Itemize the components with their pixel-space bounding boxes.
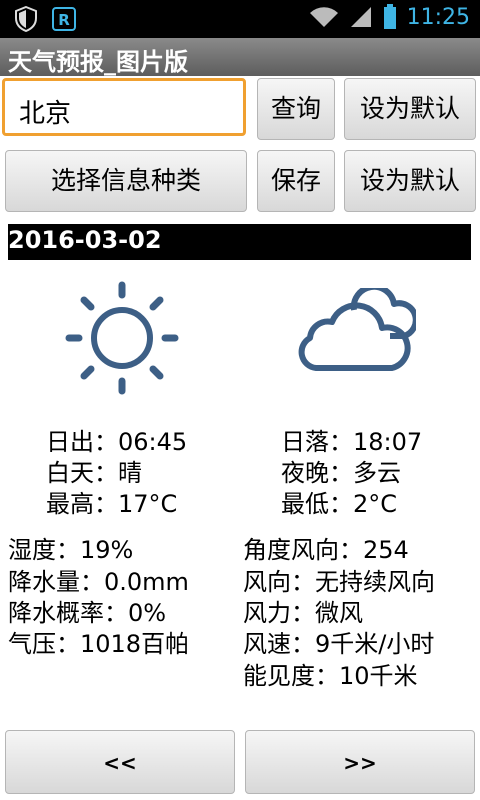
shield-icon bbox=[15, 6, 37, 32]
humidity-text: 湿度：19% bbox=[8, 536, 134, 564]
city-input-value: 北京 bbox=[19, 99, 72, 129]
cloud-icon bbox=[298, 288, 416, 371]
r-app-icon: R bbox=[52, 7, 76, 31]
next-button-label: >> bbox=[343, 751, 377, 775]
save-button[interactable]: 保存 bbox=[257, 150, 335, 212]
date-bar: 2016-03-02 bbox=[8, 224, 471, 260]
day-weather-text: 白天：晴 bbox=[46, 459, 142, 487]
city-input[interactable]: 北京 bbox=[2, 78, 246, 136]
pressure-text: 气压：1018百帕 bbox=[8, 630, 190, 658]
night-weather-text: 夜晚：多云 bbox=[281, 459, 401, 487]
precipitation-text: 降水量：0.0mm bbox=[8, 568, 189, 596]
select-info-type-label: 选择信息种类 bbox=[50, 166, 201, 195]
next-button[interactable]: >> bbox=[245, 730, 475, 794]
select-info-type-button[interactable]: 选择信息种类 bbox=[5, 150, 247, 212]
set-default-button-1[interactable]: 设为默认 bbox=[344, 78, 476, 140]
set-default-button-2[interactable]: 设为默认 bbox=[344, 150, 476, 212]
signal-icon bbox=[350, 7, 371, 27]
status-bar: R 11:25 bbox=[0, 0, 480, 38]
prev-button-label: << bbox=[103, 751, 137, 775]
visibility-text: 能见度：10千米 bbox=[243, 662, 418, 690]
wind-force-text: 风力：微风 bbox=[243, 599, 363, 627]
save-button-label: 保存 bbox=[270, 166, 321, 195]
high-temp-text: 最高：17°C bbox=[46, 490, 178, 518]
app-title: 天气预报_图片版 bbox=[8, 48, 188, 76]
app-title-bar: 天气预报_图片版 bbox=[0, 38, 480, 76]
query-button[interactable]: 查询 bbox=[257, 78, 335, 140]
sun-icon bbox=[65, 281, 179, 395]
wind-angle-text: 角度风向：254 bbox=[243, 536, 409, 564]
wifi-icon bbox=[309, 7, 338, 27]
sunrise-text: 日出：06:45 bbox=[46, 428, 188, 456]
wind-speed-text: 风速：9千米/小时 bbox=[243, 630, 435, 658]
forecast-date: 2016-03-02 bbox=[8, 226, 162, 254]
precip-probability-text: 降水概率：0% bbox=[8, 599, 167, 627]
query-button-label: 查询 bbox=[270, 94, 321, 123]
svg-text:R: R bbox=[58, 11, 70, 29]
wind-direction-text: 风向：无持续风向 bbox=[243, 568, 435, 596]
clock: 11:25 bbox=[406, 4, 470, 30]
prev-button[interactable]: << bbox=[5, 730, 235, 794]
set-default-label-2: 设为默认 bbox=[359, 166, 460, 195]
set-default-label-1: 设为默认 bbox=[359, 94, 460, 123]
battery-icon bbox=[383, 4, 396, 29]
low-temp-text: 最低：2°C bbox=[281, 490, 398, 518]
sunset-text: 日落：18:07 bbox=[281, 428, 423, 456]
